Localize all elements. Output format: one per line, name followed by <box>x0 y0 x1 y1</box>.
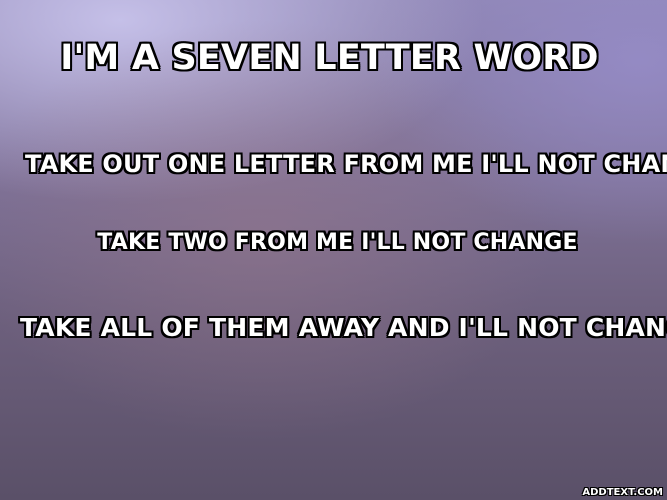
riddle-line-three: TAKE ALL OF THEM AWAY AND I'LL NOT CHANG… <box>20 313 667 342</box>
meme-title: I'M A SEVEN LETTER WORD <box>60 38 599 78</box>
riddle-line-one: TAKE OUT ONE LETTER FROM ME I'LL NOT CHA… <box>25 150 667 178</box>
riddle-line-two: TAKE TWO FROM ME I'LL NOT CHANGE <box>97 230 578 255</box>
meme-image: I'M A SEVEN LETTER WORD TAKE OUT ONE LET… <box>0 0 667 500</box>
watermark: ADDTEXT.COM <box>582 487 663 498</box>
